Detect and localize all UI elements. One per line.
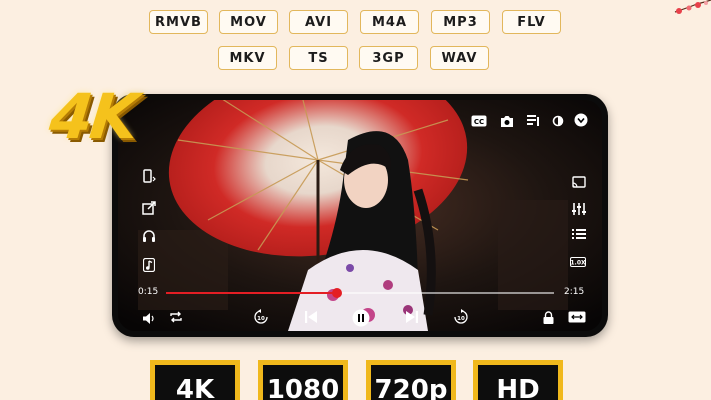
format-chip-rmvb[interactable]: RMVB <box>149 10 208 34</box>
resolution-badge-1080: 1080 <box>258 360 348 400</box>
format-chip-mov[interactable]: MOV <box>219 10 278 34</box>
repeat-icon[interactable] <box>169 311 183 323</box>
phone-frame: CC 1.0X 0:15 2:15 10 10 <box>112 94 608 337</box>
aspect-ratio-icon[interactable] <box>568 311 586 323</box>
camera-icon[interactable] <box>500 114 514 128</box>
format-chip-3gp[interactable]: 3GP <box>359 46 418 70</box>
seek-bar[interactable] <box>166 288 554 298</box>
volume-icon[interactable] <box>142 312 156 324</box>
rotate-icon[interactable] <box>142 168 156 184</box>
cc-icon[interactable]: CC <box>471 115 487 127</box>
resolution-badge-720p: 720p <box>366 360 456 400</box>
svg-text:10: 10 <box>257 316 265 322</box>
rewind-10-icon[interactable]: 10 <box>253 309 269 325</box>
brightness-icon[interactable] <box>551 114 565 128</box>
format-chip-avi[interactable]: AVI <box>289 10 348 34</box>
popup-icon[interactable] <box>142 201 156 215</box>
svg-text:1.0X: 1.0X <box>570 260 586 267</box>
format-chip-ts[interactable]: TS <box>289 46 348 70</box>
dropdown-icon[interactable] <box>574 113 588 127</box>
seek-progress <box>166 292 337 294</box>
format-chip-wav[interactable]: WAV <box>430 46 489 70</box>
video-player[interactable]: CC 1.0X 0:15 2:15 10 10 <box>118 100 602 331</box>
cherry-blossom-decoration <box>674 0 711 14</box>
format-chip-mp3[interactable]: MP3 <box>431 10 490 34</box>
queue-icon[interactable] <box>572 228 586 240</box>
format-chip-flv[interactable]: FLV <box>502 10 561 34</box>
previous-icon[interactable] <box>304 310 318 324</box>
playlist-icon[interactable] <box>527 114 539 128</box>
4k-logo: 4K <box>46 80 140 153</box>
seek-thumb[interactable] <box>331 288 342 298</box>
svg-text:CC: CC <box>474 118 484 126</box>
speed-icon[interactable]: 1.0X <box>570 257 586 267</box>
music-icon[interactable] <box>143 258 155 272</box>
time-total: 2:15 <box>564 287 585 297</box>
forward-10-icon[interactable]: 10 <box>453 309 469 325</box>
next-icon[interactable] <box>405 310 419 324</box>
resolution-badge-4k: 4K <box>150 360 240 400</box>
equalizer-icon[interactable] <box>571 202 587 216</box>
pause-button[interactable] <box>352 309 370 327</box>
cast-icon[interactable] <box>572 176 586 188</box>
time-elapsed: 0:15 <box>138 287 159 297</box>
lock-icon[interactable] <box>542 310 554 324</box>
resolution-badge-hd: HD <box>473 360 563 400</box>
video-frame <box>118 100 602 331</box>
headphones-icon[interactable] <box>142 229 156 243</box>
format-chip-m4a[interactable]: M4A <box>360 10 419 34</box>
svg-text:10: 10 <box>457 316 465 322</box>
format-chip-mkv[interactable]: MKV <box>218 46 277 70</box>
